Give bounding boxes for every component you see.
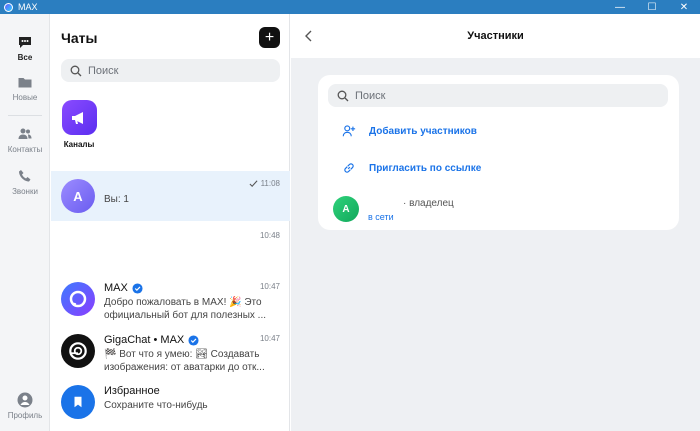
channels-shortcut[interactable]: Каналы [61, 100, 97, 149]
avatar: A [333, 196, 359, 222]
avatar: A [61, 179, 95, 213]
folder-icon [18, 78, 32, 88]
chat-row[interactable]: MAX Добро пожаловать в MAX! 🎉 Это официа… [51, 274, 290, 324]
member-role: · владелец [403, 198, 454, 209]
verified-icon [132, 282, 143, 294]
link-icon [344, 163, 354, 173]
chat-time: 10:48 [260, 231, 280, 240]
chat-preview: Вы: 1 [104, 194, 129, 205]
chat-name: Избранное [104, 385, 160, 397]
invite-link-button[interactable]: Пригласить по ссылке [342, 161, 481, 175]
maximize-button[interactable]: ☐ [636, 0, 668, 14]
channels-label: Каналы [63, 140, 95, 149]
add-participants-button[interactable]: Добавить участников [342, 124, 477, 138]
participants-card: Добавить участников Пригласить по ссылке… [318, 75, 679, 230]
bookmark-icon [74, 396, 82, 408]
chat-bubble-icon [19, 37, 31, 48]
close-button[interactable]: ✕ [668, 0, 700, 14]
channels-avatar [61, 100, 97, 135]
add-user-icon [342, 125, 356, 137]
rail-item-calls[interactable]: Звонки [0, 168, 50, 196]
chat-row[interactable]: A Вы: 1 11:08 [51, 171, 290, 221]
chat-row[interactable]: GigaChat • MAX 🏁 Вот что я умею: 🏞 Созда… [51, 326, 290, 376]
chat-name: GigaChat • MAX [104, 334, 199, 346]
search-icon [70, 65, 82, 76]
participants-search[interactable] [328, 84, 668, 107]
rail-item-label: Новые [12, 93, 38, 102]
chat-search[interactable] [61, 59, 280, 82]
phone-icon [19, 170, 31, 182]
chat-time: 11:08 [249, 179, 280, 188]
read-check-icon [249, 180, 258, 187]
title-bar: MAX — ☐ ✕ [0, 0, 700, 14]
rail-item-new[interactable]: Новые [0, 74, 50, 102]
chat-search-input[interactable] [88, 64, 268, 77]
chat-row[interactable]: 10:48 [51, 223, 290, 273]
chat-preview: Сохраните что-нибудь [104, 400, 208, 411]
gigachat-logo-icon [69, 342, 87, 360]
avatar [61, 385, 95, 419]
verified-icon [188, 334, 199, 346]
chat-preview: Добро пожаловать в MAX! 🎉 Это официальны… [104, 297, 267, 321]
max-logo-icon [69, 290, 87, 308]
participants-header: Участники [291, 14, 700, 58]
chevron-left-icon [305, 30, 312, 42]
member-info: · владелец в сети [368, 198, 454, 222]
member-status: в сети [368, 212, 394, 222]
invite-link-label: Пригласить по ссылке [369, 162, 482, 174]
avatar [61, 334, 95, 368]
rail-item-label: Контакты [7, 145, 43, 154]
chat-time-text: 10:47 [259, 334, 280, 343]
chat-time-text: 11:08 [260, 179, 280, 188]
contacts-icon [18, 128, 32, 139]
chat-preview: 🏁 Вот что я умею: 🏞 Создавать изображени… [104, 349, 265, 373]
chat-time-text: 10:47 [259, 282, 280, 291]
left-rail: Все Новые Контакты Звонки Профиль [0, 14, 50, 431]
megaphone-icon [72, 111, 83, 124]
chat-name-text: GigaChat • MAX [104, 334, 185, 346]
profile-icon [17, 392, 33, 408]
chats-title: Чаты [61, 30, 98, 46]
rail-item-label: Профиль [7, 411, 43, 420]
rail-divider [8, 115, 42, 116]
add-participants-label: Добавить участников [369, 125, 477, 137]
avatar [61, 282, 95, 316]
rail-item-all[interactable]: Все [0, 34, 50, 62]
chat-name-text: MAX [104, 282, 128, 294]
participants-panel: Участники Добавить участников Пригласить… [291, 14, 700, 431]
chat-time: 10:47 [260, 334, 280, 343]
new-chat-button[interactable]: + [259, 27, 280, 48]
window-title: MAX [18, 2, 38, 12]
minimize-button[interactable]: — [604, 0, 636, 14]
chats-panel: Чаты + Каналы A Вы: 1 11:08 10:48 MAX [51, 14, 290, 431]
participants-title: Участники [467, 30, 524, 42]
rail-item-label: Звонки [12, 187, 38, 196]
rail-item-label: Все [17, 53, 33, 62]
app-logo-icon [4, 2, 13, 12]
member-row[interactable]: A · владелец в сети [333, 196, 454, 222]
back-button[interactable] [301, 28, 317, 44]
chat-time-text: 10:48 [259, 231, 280, 240]
chat-row[interactable]: Избранное Сохраните что-нибудь [51, 377, 290, 427]
chat-time: 10:47 [260, 282, 280, 291]
rail-item-contacts[interactable]: Контакты [0, 126, 50, 154]
rail-item-profile[interactable]: Профиль [0, 392, 50, 420]
search-icon [337, 90, 349, 101]
chat-name: MAX [104, 282, 143, 294]
participants-search-input[interactable] [355, 89, 655, 102]
